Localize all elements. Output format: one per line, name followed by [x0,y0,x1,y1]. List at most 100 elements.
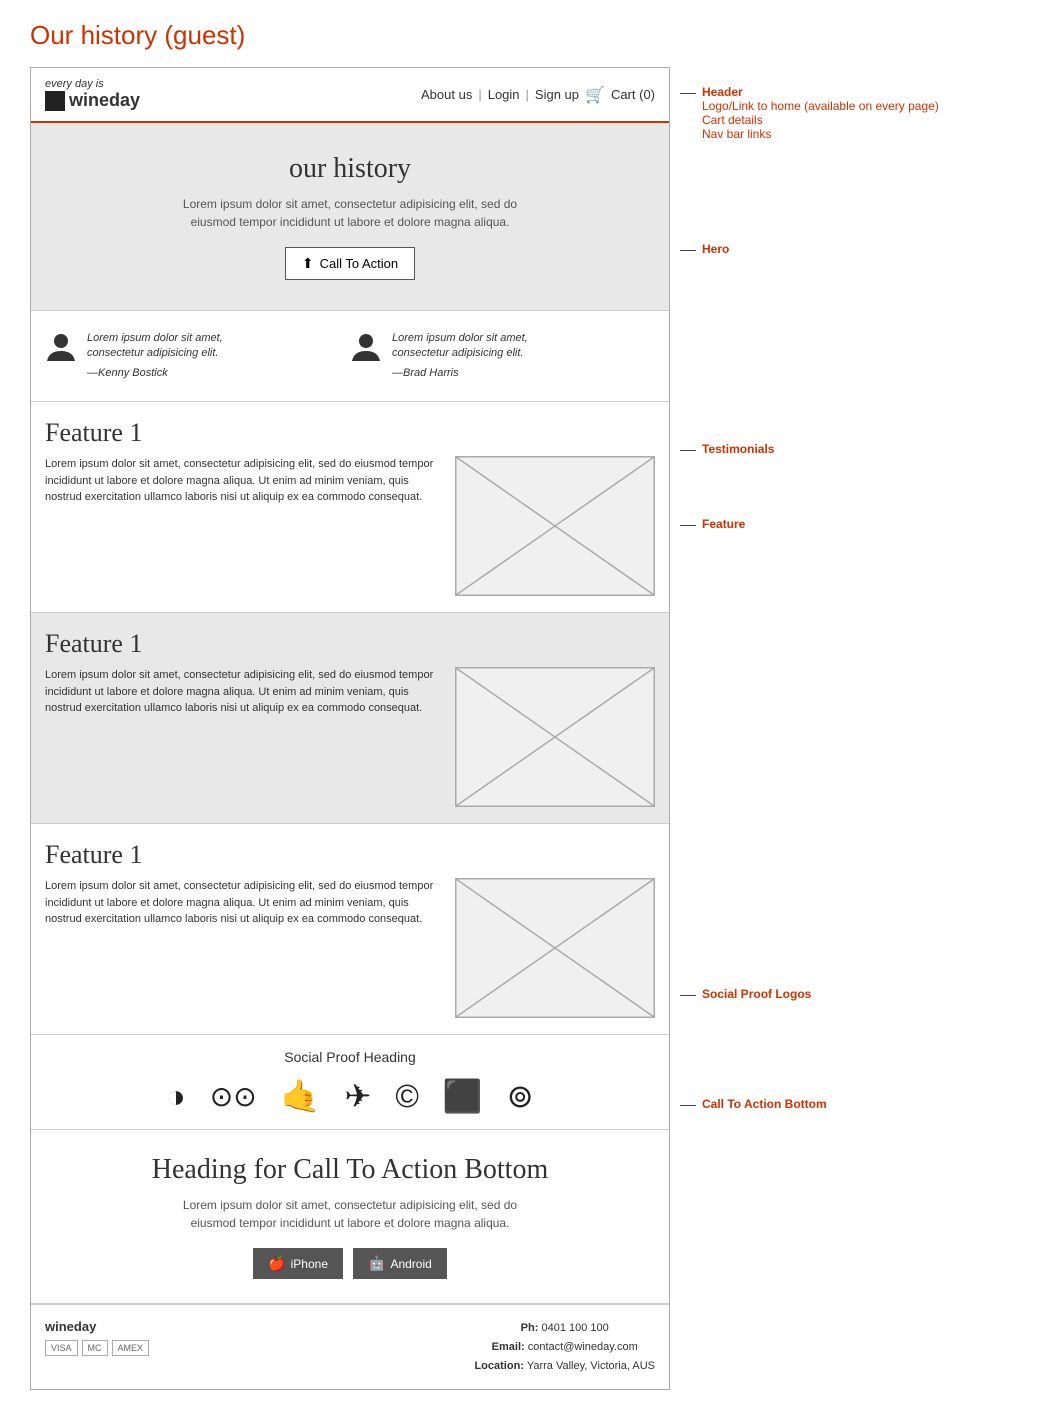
nav-cart[interactable]: Cart (0) [611,87,655,102]
feature-section-2: Feature 1 Lorem ipsum dolor sit amet, co… [31,613,669,824]
testimonials-section: Lorem ipsum dolor sit amet,consectetur a… [31,311,669,402]
android-label: Android [390,1257,431,1271]
testimonial-1-author: —Kenny Bostick [87,366,223,381]
feature-2-image [455,667,655,807]
feature-3-content: Lorem ipsum dolor sit amet, consectetur … [45,878,655,1018]
feature-3-image [455,878,655,1018]
hero-annotation: Hero [680,242,729,256]
footer-email: Email: contact@wineday.com [474,1338,655,1357]
android-icon: 🤖 [368,1255,385,1272]
ann-line [680,93,696,94]
android-button[interactable]: 🤖 Android [353,1248,447,1279]
ann-header-line3: Cart details [702,113,939,127]
testimonial-item-2: Lorem ipsum dolor sit amet,consectetur a… [350,331,655,381]
brand-name: wineday [69,90,140,111]
hero-subtitle: Lorem ipsum dolor sit amet, consectetur … [180,195,520,231]
logo-4: ✈ [345,1077,372,1115]
ann-hero-label: Hero [702,242,729,256]
footer-left: wineday VISA MC AMEX [45,1319,149,1356]
logo-icon [45,91,65,111]
logo-area: every day is wineday [45,78,140,111]
feature-1-image [455,456,655,596]
wireframe: every day is wineday About us | Login | … [30,67,670,1390]
feature-section-1: Feature 1 Lorem ipsum dolor sit amet, co… [31,402,669,613]
footer: wineday VISA MC AMEX Ph: 0401 100 100 Em… [31,1304,669,1389]
logo-6: ⬛ [443,1077,483,1115]
email-label: Email: [492,1341,525,1353]
ann-header-line4: Nav bar links [702,127,939,141]
feature-1-text: Lorem ipsum dolor sit amet, consectetur … [45,456,439,506]
ann-header-label: Header [702,85,939,99]
email-value: contact@wineday.com [528,1341,638,1353]
ann-feature-label: Feature [702,517,745,531]
upload-icon [302,255,314,272]
testimonial-1-content: Lorem ipsum dolor sit amet,consectetur a… [87,331,223,381]
ann-header-line2: Logo/Link to home (available on every pa… [702,99,939,113]
ann-social-proof-label: Social Proof Logos [702,987,811,1001]
page-title: Our history (guest) [30,20,1022,51]
phone-value: 0401 100 100 [541,1322,608,1334]
annotations-panel: Header Logo/Link to home (available on e… [680,67,1022,1390]
logo-7: ⊚ [507,1077,534,1115]
testimonial-2-author: —Brad Harris [392,366,528,381]
nav-right: About us | Login | Sign up 🛒 Cart (0) [421,85,655,105]
header-annotation: Header Logo/Link to home (available on e… [680,85,939,141]
apple-icon: 🍎 [268,1255,285,1272]
feature-3-text: Lorem ipsum dolor sit amet, consectetur … [45,878,439,928]
cta-bottom-annotation: Call To Action Bottom [680,1097,827,1111]
feature-1-heading: Feature 1 [45,418,655,448]
header: every day is wineday About us | Login | … [31,68,669,123]
logo-1: ◑ [166,1078,185,1115]
hero-cta-label: Call To Action [320,256,399,271]
logo-3: 🤙 [281,1077,321,1115]
hero-cta-button[interactable]: Call To Action [285,247,415,280]
cta-bottom-section: Heading for Call To Action Bottom Lorem … [31,1130,669,1304]
nav-login[interactable]: Login [488,87,520,102]
iphone-label: iPhone [291,1257,328,1271]
nav-signup[interactable]: Sign up [535,87,579,102]
cta-bottom-heading: Heading for Call To Action Bottom [51,1154,649,1186]
hero-section: our history Lorem ipsum dolor sit amet, … [31,123,669,311]
logo-brand[interactable]: wineday [45,90,140,111]
nav-about[interactable]: About us [421,87,472,102]
footer-location: Location: Yarra Valley, Victoria, AUS [474,1357,655,1376]
location-value: Yarra Valley, Victoria, AUS [527,1360,655,1372]
logos-row: ◑ ⊙⊙ 🤙 ✈ © ⬛ ⊚ [45,1077,655,1115]
feature-2-text: Lorem ipsum dolor sit amet, consectetur … [45,667,439,717]
testimonial-2-content: Lorem ipsum dolor sit amet,consectetur a… [392,331,528,381]
location-label: Location: [474,1360,524,1372]
footer-right: Ph: 0401 100 100 Email: contact@wineday.… [474,1319,655,1375]
social-proof-heading: Social Proof Heading [45,1049,655,1065]
ann-testimonials-label: Testimonials [702,442,774,456]
testimonials-annotation: Testimonials [680,442,774,456]
iphone-button[interactable]: 🍎 iPhone [253,1248,343,1279]
phone-label: Ph: [521,1322,539,1334]
social-proof-annotation: Social Proof Logos [680,987,811,1001]
logo-5: © [395,1078,419,1115]
testimonial-item: Lorem ipsum dolor sit amet,consectetur a… [45,331,350,381]
feature-3-heading: Feature 1 [45,840,655,870]
ann-cta-bottom-label: Call To Action Bottom [702,1097,827,1111]
feature-section-3: Feature 1 Lorem ipsum dolor sit amet, co… [31,824,669,1035]
cart-icon: 🛒 [585,85,605,105]
main-layout: every day is wineday About us | Login | … [30,67,1022,1390]
footer-phone: Ph: 0401 100 100 [474,1319,655,1338]
logo-tagline: every day is [45,78,140,90]
payment-icons: VISA MC AMEX [45,1340,149,1356]
cta-bottom-subtitle: Lorem ipsum dolor sit amet, consectetur … [160,1196,540,1232]
logo-2: ⊙⊙ [210,1080,257,1113]
mc-icon: MC [82,1340,108,1356]
visa-icon: VISA [45,1340,78,1356]
feature-annotation: Feature [680,517,745,531]
avatar-icon-2 [350,331,382,363]
amex-icon: AMEX [112,1340,150,1356]
feature-2-heading: Feature 1 [45,629,655,659]
feature-1-content: Lorem ipsum dolor sit amet, consectetur … [45,456,655,596]
app-buttons: 🍎 iPhone 🤖 Android [51,1248,649,1279]
social-proof-section: Social Proof Heading ◑ ⊙⊙ 🤙 ✈ © ⬛ ⊚ [31,1035,669,1130]
footer-brand: wineday [45,1319,149,1334]
hero-title: our history [51,153,649,185]
testimonial-2-text: Lorem ipsum dolor sit amet,consectetur a… [392,332,528,359]
feature-2-content: Lorem ipsum dolor sit amet, consectetur … [45,667,655,807]
testimonial-1-text: Lorem ipsum dolor sit amet,consectetur a… [87,332,223,359]
